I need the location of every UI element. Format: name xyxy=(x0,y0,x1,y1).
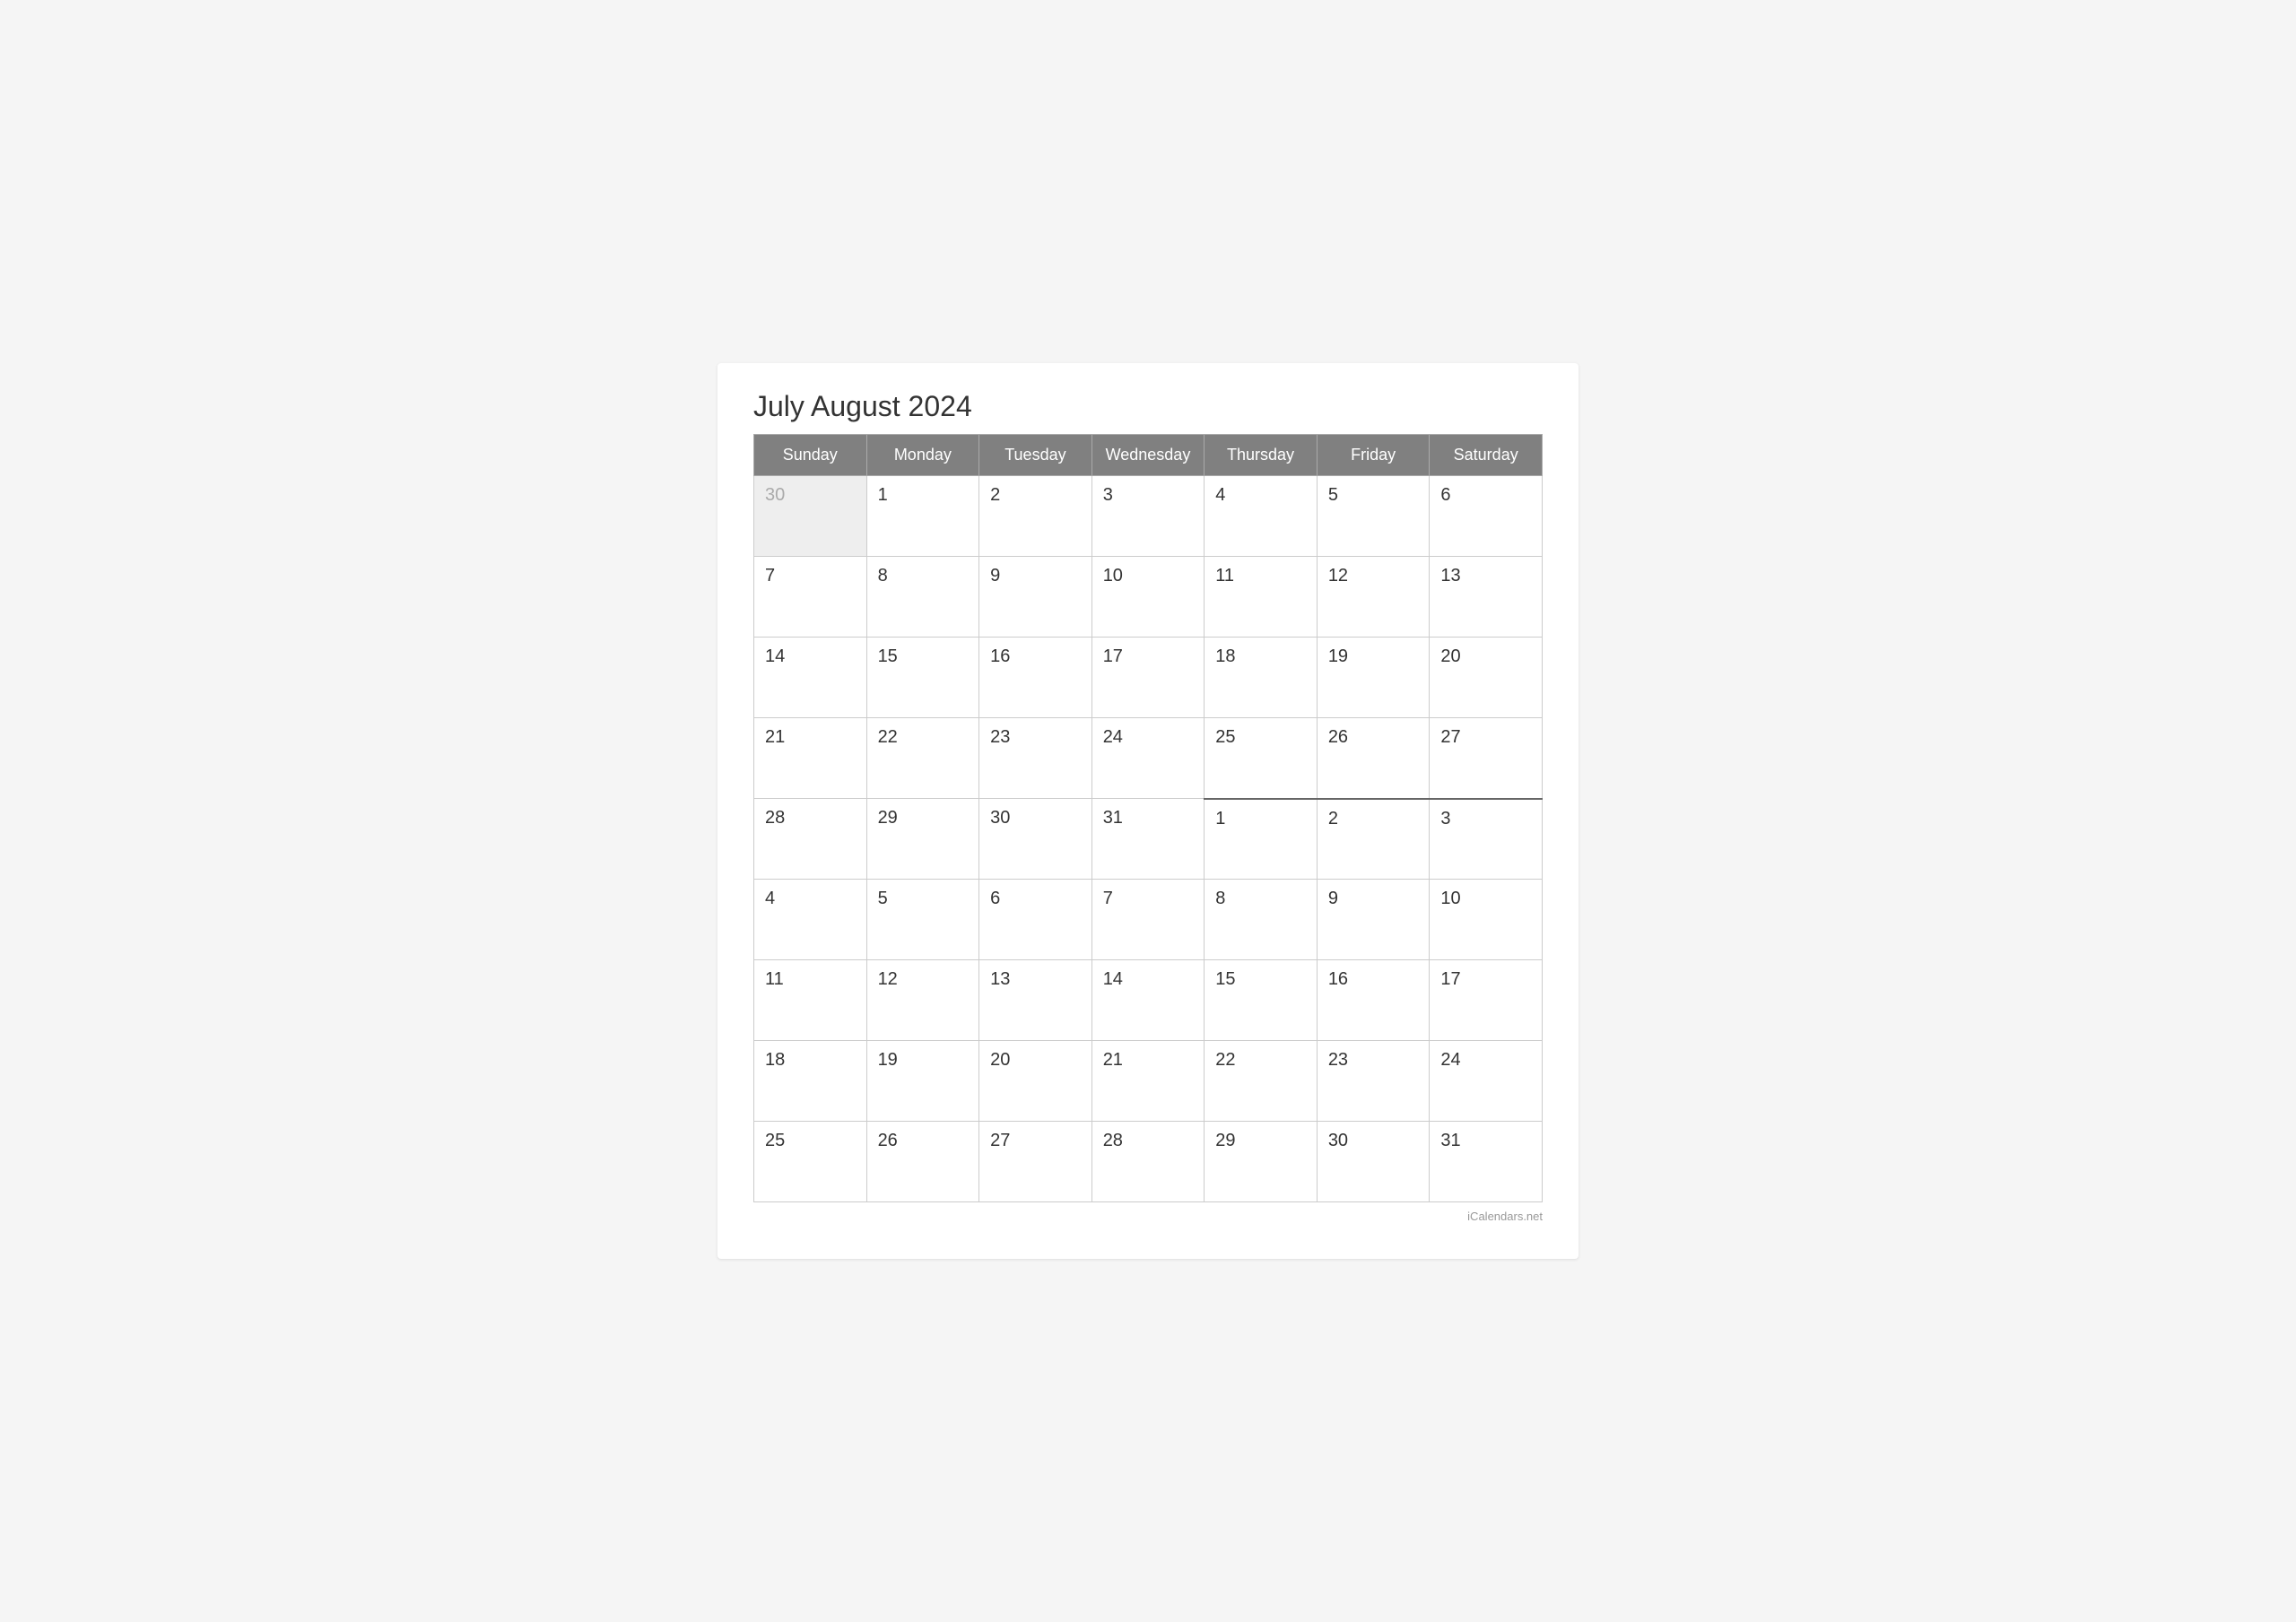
calendar-row: 28293031123 xyxy=(754,799,1543,880)
calendar-cell[interactable]: 11 xyxy=(754,960,867,1041)
header-row: SundayMondayTuesdayWednesdayThursdayFrid… xyxy=(754,435,1543,476)
calendar-cell[interactable]: 2 xyxy=(1317,799,1430,880)
watermark: iCalendars.net xyxy=(753,1210,1543,1223)
calendar-cell[interactable]: 2 xyxy=(979,476,1092,557)
calendar-cell[interactable]: 13 xyxy=(979,960,1092,1041)
calendar-cell[interactable]: 23 xyxy=(1317,1041,1430,1122)
calendar-cell[interactable]: 18 xyxy=(754,1041,867,1122)
calendar-row: 25262728293031 xyxy=(754,1122,1543,1202)
calendar-cell[interactable]: 27 xyxy=(1430,718,1543,799)
calendar-cell[interactable]: 11 xyxy=(1205,557,1318,638)
calendar-body: 3012345678910111213141516171819202122232… xyxy=(754,476,1543,1202)
calendar-cell[interactable]: 10 xyxy=(1091,557,1205,638)
calendar-cell[interactable]: 14 xyxy=(1091,960,1205,1041)
calendar-cell[interactable]: 23 xyxy=(979,718,1092,799)
calendar-cell[interactable]: 15 xyxy=(1205,960,1318,1041)
calendar-row: 45678910 xyxy=(754,880,1543,960)
calendar-cell[interactable]: 12 xyxy=(1317,557,1430,638)
calendar-cell[interactable]: 3 xyxy=(1430,799,1543,880)
calendar-cell[interactable]: 31 xyxy=(1430,1122,1543,1202)
calendar-cell[interactable]: 8 xyxy=(1205,880,1318,960)
calendar-row: 11121314151617 xyxy=(754,960,1543,1041)
calendar-cell[interactable]: 7 xyxy=(1091,880,1205,960)
calendar-cell[interactable]: 16 xyxy=(979,638,1092,718)
calendar-cell[interactable]: 3 xyxy=(1091,476,1205,557)
calendar-cell[interactable]: 9 xyxy=(979,557,1092,638)
calendar-cell[interactable]: 12 xyxy=(866,960,979,1041)
calendar-cell[interactable]: 1 xyxy=(1205,799,1318,880)
calendar-cell[interactable]: 22 xyxy=(1205,1041,1318,1122)
calendar-cell[interactable]: 16 xyxy=(1317,960,1430,1041)
calendar-cell[interactable]: 19 xyxy=(866,1041,979,1122)
calendar-cell[interactable]: 10 xyxy=(1430,880,1543,960)
calendar-cell[interactable]: 17 xyxy=(1091,638,1205,718)
calendar-cell[interactable]: 22 xyxy=(866,718,979,799)
calendar-title: July August 2024 xyxy=(753,390,1543,423)
calendar-cell[interactable]: 29 xyxy=(1205,1122,1318,1202)
calendar-cell[interactable]: 24 xyxy=(1091,718,1205,799)
calendar-cell[interactable]: 30 xyxy=(979,799,1092,880)
header-cell-tuesday: Tuesday xyxy=(979,435,1092,476)
header-cell-friday: Friday xyxy=(1317,435,1430,476)
calendar-cell[interactable]: 31 xyxy=(1091,799,1205,880)
calendar-cell[interactable]: 21 xyxy=(1091,1041,1205,1122)
calendar-cell[interactable]: 5 xyxy=(1317,476,1430,557)
calendar-row: 21222324252627 xyxy=(754,718,1543,799)
calendar-cell[interactable]: 17 xyxy=(1430,960,1543,1041)
calendar-cell[interactable]: 6 xyxy=(1430,476,1543,557)
header-cell-saturday: Saturday xyxy=(1430,435,1543,476)
calendar-row: 18192021222324 xyxy=(754,1041,1543,1122)
calendar-cell[interactable]: 18 xyxy=(1205,638,1318,718)
calendar-cell[interactable]: 19 xyxy=(1317,638,1430,718)
calendar-row: 30123456 xyxy=(754,476,1543,557)
calendar-cell[interactable]: 21 xyxy=(754,718,867,799)
calendar-cell[interactable]: 4 xyxy=(1205,476,1318,557)
calendar-cell[interactable]: 26 xyxy=(866,1122,979,1202)
calendar-cell[interactable]: 27 xyxy=(979,1122,1092,1202)
calendar-cell[interactable]: 9 xyxy=(1317,880,1430,960)
calendar-cell[interactable]: 5 xyxy=(866,880,979,960)
calendar-cell[interactable]: 28 xyxy=(1091,1122,1205,1202)
header-cell-sunday: Sunday xyxy=(754,435,867,476)
calendar-cell[interactable]: 30 xyxy=(754,476,867,557)
calendar-row: 78910111213 xyxy=(754,557,1543,638)
calendar-cell[interactable]: 13 xyxy=(1430,557,1543,638)
calendar-cell[interactable]: 8 xyxy=(866,557,979,638)
calendar-cell[interactable]: 4 xyxy=(754,880,867,960)
calendar-cell[interactable]: 26 xyxy=(1317,718,1430,799)
calendar-cell[interactable]: 24 xyxy=(1430,1041,1543,1122)
calendar-cell[interactable]: 14 xyxy=(754,638,867,718)
calendar-cell[interactable]: 1 xyxy=(866,476,979,557)
calendar-cell[interactable]: 7 xyxy=(754,557,867,638)
calendar-cell[interactable]: 30 xyxy=(1317,1122,1430,1202)
calendar-table: SundayMondayTuesdayWednesdayThursdayFrid… xyxy=(753,434,1543,1202)
calendar-cell[interactable]: 15 xyxy=(866,638,979,718)
calendar-cell[interactable]: 25 xyxy=(1205,718,1318,799)
calendar-cell[interactable]: 29 xyxy=(866,799,979,880)
calendar-cell[interactable]: 20 xyxy=(1430,638,1543,718)
calendar-cell[interactable]: 20 xyxy=(979,1041,1092,1122)
calendar-row: 14151617181920 xyxy=(754,638,1543,718)
calendar-cell[interactable]: 6 xyxy=(979,880,1092,960)
header-cell-thursday: Thursday xyxy=(1205,435,1318,476)
calendar-cell[interactable]: 28 xyxy=(754,799,867,880)
calendar-cell[interactable]: 25 xyxy=(754,1122,867,1202)
calendar-header: SundayMondayTuesdayWednesdayThursdayFrid… xyxy=(754,435,1543,476)
header-cell-monday: Monday xyxy=(866,435,979,476)
calendar-container: July August 2024 SundayMondayTuesdayWedn… xyxy=(718,363,1578,1259)
header-cell-wednesday: Wednesday xyxy=(1091,435,1205,476)
